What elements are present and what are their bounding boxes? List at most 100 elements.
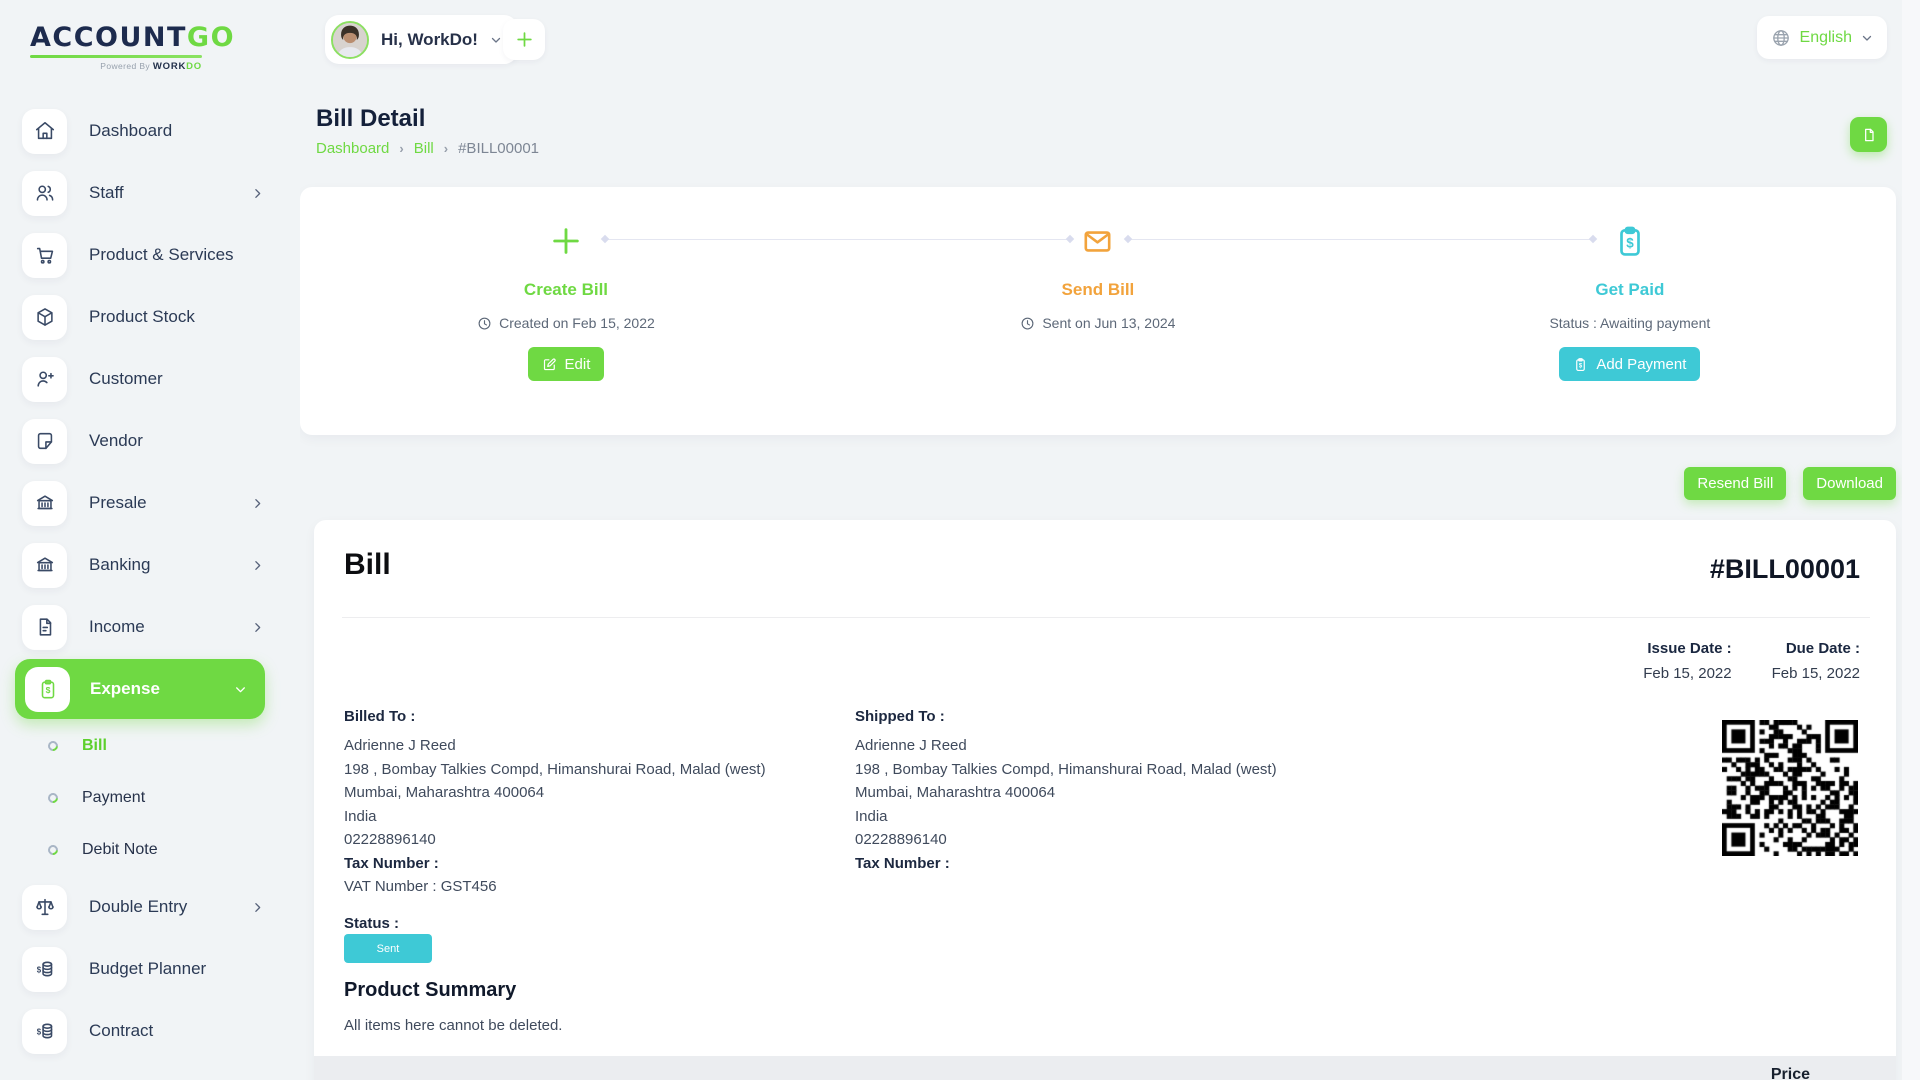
avatar — [331, 21, 369, 59]
bill-document: Bill #BILL00001 Issue Date : Feb 15, 202… — [314, 520, 1896, 1080]
sidebar-item-label: Product Stock — [89, 307, 195, 327]
chevron-down-icon — [234, 683, 247, 696]
product-summary-title: Product Summary — [344, 979, 516, 1002]
bank-icon — [22, 481, 67, 526]
page-head: Bill Detail Dashboard › Bill › #BILL0000… — [316, 105, 539, 157]
sidebar-item-product-stock[interactable]: Product Stock — [0, 286, 300, 348]
sidebar-item-label: Product & Services — [89, 245, 234, 265]
divider — [342, 617, 1870, 618]
coins-icon: $ — [22, 947, 67, 992]
bullet-ring-icon — [46, 739, 60, 753]
shipped-to-name: Adrienne J Reed — [855, 734, 1335, 758]
product-summary-note: All items here cannot be deleted. — [344, 1017, 562, 1034]
globe-icon — [1771, 28, 1791, 48]
step-title: Get Paid — [1595, 280, 1664, 300]
sidebar-item-label: Budget Planner — [89, 959, 206, 979]
status-badge: Sent — [344, 934, 432, 963]
chevron-right-icon — [251, 621, 264, 634]
plus-icon — [515, 30, 534, 49]
sidebar-subitem-label: Debit Note — [82, 841, 158, 859]
sidebar-item-label: Presale — [89, 493, 147, 513]
bill-actions: Resend Bill Download — [1684, 467, 1896, 500]
document-icon — [1861, 127, 1877, 143]
clock-icon — [477, 316, 492, 331]
invoice-icon: $ — [1613, 224, 1647, 258]
user-greeting: Hi, WorkDo! — [381, 30, 478, 50]
scale-icon — [22, 885, 67, 930]
user-menu[interactable]: Hi, WorkDo! — [325, 15, 518, 64]
sidebar-item-expense[interactable]: $ Expense — [15, 659, 265, 719]
sidebar-item-contract[interactable]: $ Contract — [0, 1000, 300, 1062]
language-selector[interactable]: English — [1757, 16, 1887, 59]
breadcrumb-dashboard[interactable]: Dashboard — [316, 140, 389, 157]
add-payment-button[interactable]: $ Add Payment — [1559, 347, 1700, 381]
sidebar-item-label: Income — [89, 617, 145, 637]
sidebar-item-dashboard[interactable]: Dashboard — [0, 100, 300, 162]
sidebar-item-double-entry[interactable]: Double Entry — [0, 876, 300, 938]
plus-icon — [549, 224, 583, 258]
cube-icon — [22, 295, 67, 340]
step-send-bill: Send Bill Sent on Jun 13, 2024 — [832, 187, 1364, 435]
bank-icon — [22, 543, 67, 588]
clock-icon — [1020, 316, 1035, 331]
pencil-icon — [542, 357, 557, 372]
invoice-icon: $ — [1573, 357, 1588, 372]
breadcrumb-bill[interactable]: Bill — [414, 140, 434, 157]
sidebar-item-vendor[interactable]: Vendor — [0, 410, 300, 472]
bill-dates: Issue Date : Feb 15, 2022 Due Date : Feb… — [1643, 640, 1860, 682]
sidebar-item-income[interactable]: Income — [0, 596, 300, 658]
download-button[interactable]: Download — [1803, 467, 1896, 500]
svg-text:$: $ — [45, 685, 50, 695]
language-label: English — [1800, 29, 1852, 47]
mail-icon — [1081, 224, 1114, 258]
sidebar-item-label: Contract — [89, 1021, 153, 1041]
issue-date: Issue Date : Feb 15, 2022 — [1643, 640, 1731, 682]
sidebar-subitem-payment[interactable]: Payment — [0, 772, 300, 824]
bill-title: Bill — [344, 548, 391, 582]
sidebar-item-staff[interactable]: Staff — [0, 162, 300, 224]
chevron-right-icon — [251, 187, 264, 200]
breadcrumb-current: #BILL00001 — [458, 140, 539, 157]
logo-text: ACCOUNTGO — [30, 22, 300, 53]
sidebar-item-product-services[interactable]: Product & Services — [0, 224, 300, 286]
step-get-paid: $ Get Paid Status : Awaiting payment $ A… — [1364, 187, 1896, 435]
sidebar: ACCOUNTGO Powered By WORKDO Dashboard St… — [0, 0, 300, 1080]
sidebar-subitem-label: Bill — [82, 737, 107, 755]
sidebar-item-presale[interactable]: Presale — [0, 472, 300, 534]
edit-button[interactable]: Edit — [528, 347, 605, 381]
chevron-right-icon — [251, 901, 264, 914]
status-label: Status : — [344, 915, 399, 932]
sidebar-subitem-bill[interactable]: Bill — [0, 720, 300, 772]
sidebar-item-customer[interactable]: Customer — [0, 348, 300, 410]
shipped-to-block: Shipped To : Adrienne J Reed 198 , Bomba… — [855, 708, 1335, 875]
preview-document-button[interactable] — [1850, 117, 1887, 152]
sidebar-item-budget-planner[interactable]: $ Budget Planner — [0, 938, 300, 1000]
billed-to-name: Adrienne J Reed — [344, 734, 824, 758]
app-logo[interactable]: ACCOUNTGO Powered By WORKDO — [0, 0, 300, 72]
chevron-right-icon — [251, 559, 264, 572]
scrollbar-track[interactable] — [1902, 0, 1920, 1080]
resend-bill-button[interactable]: Resend Bill — [1684, 467, 1786, 500]
step-title: Send Bill — [1062, 280, 1135, 300]
sidebar-subitem-debit-note[interactable]: Debit Note — [0, 824, 300, 876]
main-content: Hi, WorkDo! English Bill Detail Dashboar… — [300, 0, 1920, 1080]
logo-underline — [30, 55, 202, 58]
users-icon — [22, 171, 67, 216]
sidebar-item-label: Customer — [89, 369, 163, 389]
quick-add-button[interactable] — [503, 19, 545, 60]
qr-code — [1722, 720, 1858, 856]
svg-text:$: $ — [36, 965, 41, 974]
step-meta: Sent on Jun 13, 2024 — [1020, 315, 1175, 331]
bullet-ring-icon — [46, 791, 60, 805]
sidebar-item-banking[interactable]: Banking — [0, 534, 300, 596]
product-table-header: Price — [314, 1056, 1896, 1080]
breadcrumb-separator: › — [444, 141, 448, 156]
sidebar-item-label: Expense — [90, 679, 160, 699]
coins-icon: $ — [22, 1009, 67, 1054]
home-icon — [22, 109, 67, 154]
workflow-card: Create Bill Created on Feb 15, 2022 Edit… — [300, 187, 1896, 435]
chevron-right-icon — [251, 497, 264, 510]
page-title: Bill Detail — [316, 105, 539, 133]
user-plus-icon — [22, 357, 67, 402]
svg-text:$: $ — [36, 1027, 41, 1036]
